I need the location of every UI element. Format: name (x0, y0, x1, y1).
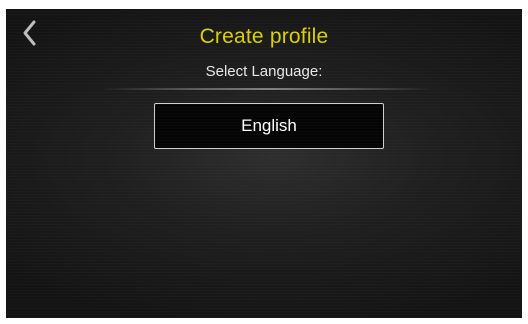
device-bezel: Create profile Select Language: English (0, 0, 528, 324)
language-english-button[interactable]: English (154, 103, 384, 149)
language-button-label: English (241, 116, 297, 135)
divider (102, 88, 432, 90)
page-title: Create profile (199, 25, 329, 48)
page-subtitle: Select Language: (205, 63, 323, 80)
screen: Create profile Select Language: English (6, 9, 522, 318)
